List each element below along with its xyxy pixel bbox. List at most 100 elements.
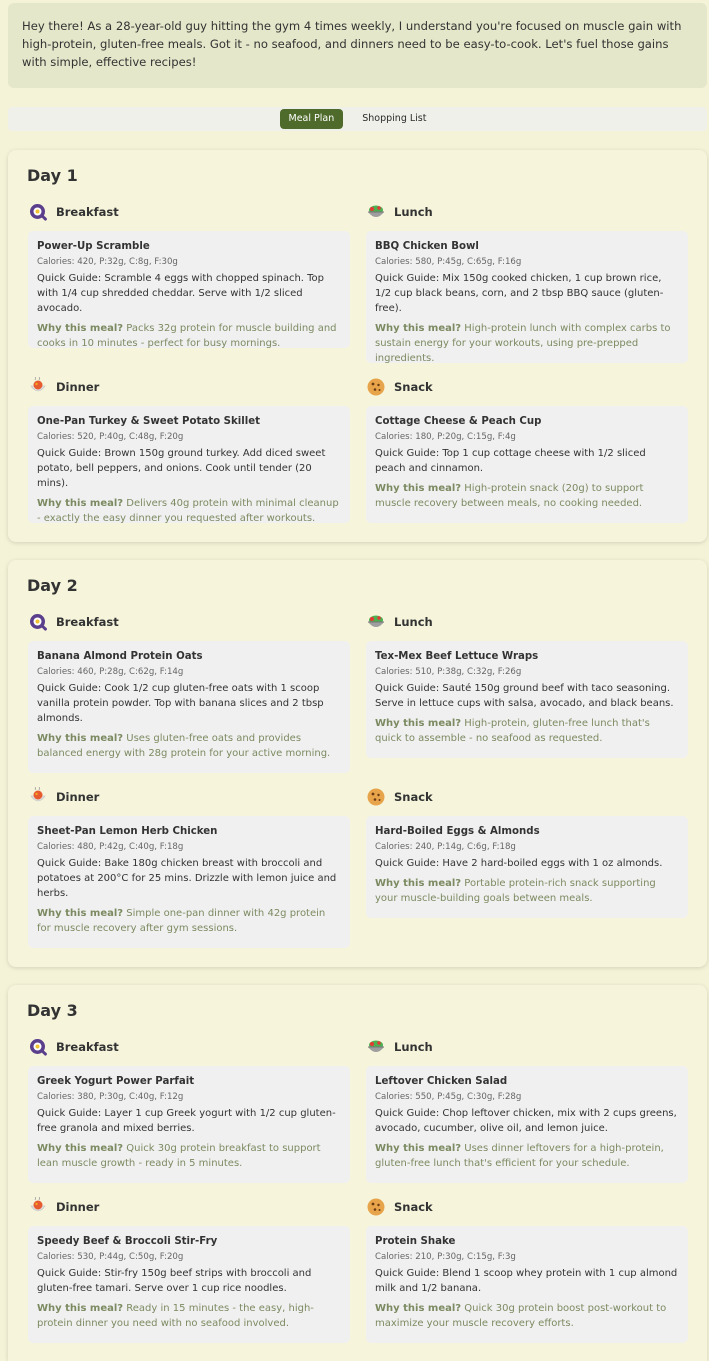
meal-card: Protein Shake Calories: 210, P:30g, C:15… — [366, 1226, 688, 1343]
tab-shopping-list[interactable]: Shopping List — [353, 109, 435, 129]
meal-name: Power-Up Scramble — [37, 241, 150, 252]
why-label: Why this meal? — [375, 483, 462, 494]
lunch-icon — [368, 1040, 384, 1052]
meal-name: One-Pan Turkey & Sweet Potato Skillet — [37, 416, 261, 427]
day-card: Day 3 Breakfast Greek Yogurt Power Parfa… — [8, 985, 707, 1361]
meal-type-label: Breakfast — [56, 205, 119, 219]
meal-guide: Quick Guide: Layer 1 cup Greek yogurt wi… — [37, 1108, 336, 1134]
why-label: Why this meal? — [37, 908, 124, 919]
meal-card: Speedy Beef & Broccoli Stir-Fry Calories… — [28, 1226, 350, 1343]
meal-type-label: Breakfast — [56, 615, 119, 629]
meal-type-label: Dinner — [56, 790, 100, 804]
snack-icon — [367, 788, 385, 806]
day-title: Day 2 — [27, 576, 78, 595]
meal-macros: Calories: 460, P:28g, C:62g, F:14g — [37, 667, 184, 677]
meal-guide: Quick Guide: Top 1 cup cottage cheese wi… — [375, 448, 646, 474]
meal-guide: Quick Guide: Cook 1/2 cup gluten-free oa… — [37, 683, 324, 724]
meal-why: Why this meal? Simple one-pan dinner wit… — [37, 906, 341, 936]
meal-why: Why this meal? Delivers 40g protein with… — [37, 496, 341, 526]
why-label: Why this meal? — [37, 733, 124, 744]
breakfast-icon — [30, 1039, 47, 1056]
meal-macros: Calories: 580, P:45g, C:65g, F:16g — [375, 257, 522, 267]
meal-name: Speedy Beef & Broccoli Stir-Fry — [37, 1236, 218, 1247]
why-label: Why this meal? — [37, 323, 124, 334]
meal-card: Cottage Cheese & Peach Cup Calories: 180… — [366, 406, 688, 523]
meal-macros: Calories: 240, P:14g, C:6g, F:18g — [375, 842, 516, 852]
snack-icon — [367, 1198, 385, 1216]
why-label: Why this meal? — [37, 1303, 124, 1314]
why-label: Why this meal? — [375, 1143, 462, 1154]
meal-name: Cottage Cheese & Peach Cup — [375, 416, 542, 427]
meal-why: Why this meal? High-protein snack (20g) … — [375, 481, 679, 511]
meal-card: Leftover Chicken Salad Calories: 550, P:… — [366, 1066, 688, 1183]
meal-card: Greek Yogurt Power Parfait Calories: 380… — [28, 1066, 350, 1183]
meal-why: Why this meal? High-protein lunch with c… — [375, 321, 679, 366]
meal-name: Banana Almond Protein Oats — [37, 651, 203, 662]
meal-guide: Quick Guide: Sauté 150g ground beef with… — [375, 683, 674, 709]
meal-card: Tex-Mex Beef Lettuce Wraps Calories: 510… — [366, 641, 688, 758]
meal-name: Greek Yogurt Power Parfait — [37, 1076, 195, 1087]
meal-card: Sheet-Pan Lemon Herb Chicken Calories: 4… — [28, 816, 350, 948]
day-card: Day 1 Breakfast Power-Up Scramble Calori… — [8, 150, 707, 542]
meal-macros: Calories: 380, P:30g, C:40g, F:12g — [37, 1092, 184, 1102]
meal-why: Why this meal? Packs 32g protein for mus… — [37, 321, 341, 351]
why-label: Why this meal? — [375, 718, 462, 729]
meal-why: Why this meal? Portable protein-rich sna… — [375, 876, 679, 906]
meal-macros: Calories: 180, P:20g, C:15g, F:4g — [375, 432, 516, 442]
day-title: Day 3 — [27, 1001, 78, 1020]
meal-guide: Quick Guide: Chop leftover chicken, mix … — [375, 1108, 677, 1134]
meal-macros: Calories: 480, P:42g, C:40g, F:18g — [37, 842, 184, 852]
view-tabs: Meal Plan Shopping List — [8, 107, 707, 131]
why-label: Why this meal? — [37, 498, 124, 509]
why-label: Why this meal? — [375, 323, 462, 334]
meal-card: Banana Almond Protein Oats Calories: 460… — [28, 641, 350, 773]
meal-guide: Quick Guide: Stir-fry 150g beef strips w… — [37, 1268, 312, 1294]
breakfast-icon — [30, 204, 47, 221]
meal-why: Why this meal? Quick 30g protein breakfa… — [37, 1141, 341, 1171]
meal-card: Hard-Boiled Eggs & Almonds Calories: 240… — [366, 816, 688, 918]
meal-why: Why this meal? High-protein, gluten-free… — [375, 716, 679, 746]
meal-type-label: Dinner — [56, 1200, 100, 1214]
why-label: Why this meal? — [375, 1303, 462, 1314]
meal-guide: Quick Guide: Blend 1 scoop whey protein … — [375, 1268, 678, 1294]
meal-guide: Quick Guide: Bake 180g chicken breast wi… — [37, 858, 337, 899]
meal-why: Why this meal? Quick 30g protein boost p… — [375, 1301, 679, 1331]
meal-name: Protein Shake — [375, 1236, 456, 1247]
meal-type-label: Lunch — [394, 205, 433, 219]
meal-name: BBQ Chicken Bowl — [375, 241, 479, 252]
dinner-icon — [30, 1197, 46, 1212]
meal-type-label: Breakfast — [56, 1040, 119, 1054]
dinner-icon — [30, 377, 46, 392]
meal-guide: Quick Guide: Have 2 hard-boiled eggs wit… — [375, 858, 663, 869]
meal-card: Power-Up Scramble Calories: 420, P:32g, … — [28, 231, 350, 351]
meal-guide: Quick Guide: Scramble 4 eggs with choppe… — [37, 273, 325, 314]
meal-guide: Quick Guide: Mix 150g cooked chicken, 1 … — [375, 273, 664, 314]
meal-macros: Calories: 420, P:32g, C:8g, F:30g — [37, 257, 178, 267]
meal-why: Why this meal? Ready in 15 minutes - the… — [37, 1301, 341, 1331]
intro-text: Hey there! As a 28-year-old guy hitting … — [22, 19, 682, 69]
meal-type-label: Lunch — [394, 615, 433, 629]
meal-type-label: Lunch — [394, 1040, 433, 1054]
meal-card: BBQ Chicken Bowl Calories: 580, P:45g, C… — [366, 231, 688, 366]
meal-macros: Calories: 550, P:45g, C:30g, F:28g — [375, 1092, 522, 1102]
meal-guide: Quick Guide: Brown 150g ground turkey. A… — [37, 448, 326, 489]
meal-macros: Calories: 520, P:40g, C:48g, F:20g — [37, 432, 184, 442]
meal-type-label: Snack — [394, 380, 433, 394]
meal-card: One-Pan Turkey & Sweet Potato Skillet Ca… — [28, 406, 350, 526]
meal-type-label: Snack — [394, 790, 433, 804]
meal-type-label: Dinner — [56, 380, 100, 394]
meal-why: Why this meal? Uses dinner leftovers for… — [375, 1141, 679, 1171]
why-label: Why this meal? — [375, 878, 462, 889]
snack-icon — [367, 378, 385, 396]
day-card: Day 2 Breakfast Banana Almond Protein Oa… — [8, 560, 707, 967]
meal-name: Tex-Mex Beef Lettuce Wraps — [375, 651, 539, 662]
meal-name: Hard-Boiled Eggs & Almonds — [375, 826, 540, 837]
why-label: Why this meal? — [37, 1143, 124, 1154]
meal-name: Sheet-Pan Lemon Herb Chicken — [37, 826, 218, 837]
lunch-icon — [368, 615, 384, 627]
tab-meal-plan[interactable]: Meal Plan — [279, 109, 344, 129]
meal-macros: Calories: 210, P:30g, C:15g, F:3g — [375, 1252, 516, 1262]
meal-name: Leftover Chicken Salad — [375, 1076, 508, 1087]
day-title: Day 1 — [27, 166, 78, 185]
meal-why: Why this meal? Uses gluten-free oats and… — [37, 731, 341, 761]
